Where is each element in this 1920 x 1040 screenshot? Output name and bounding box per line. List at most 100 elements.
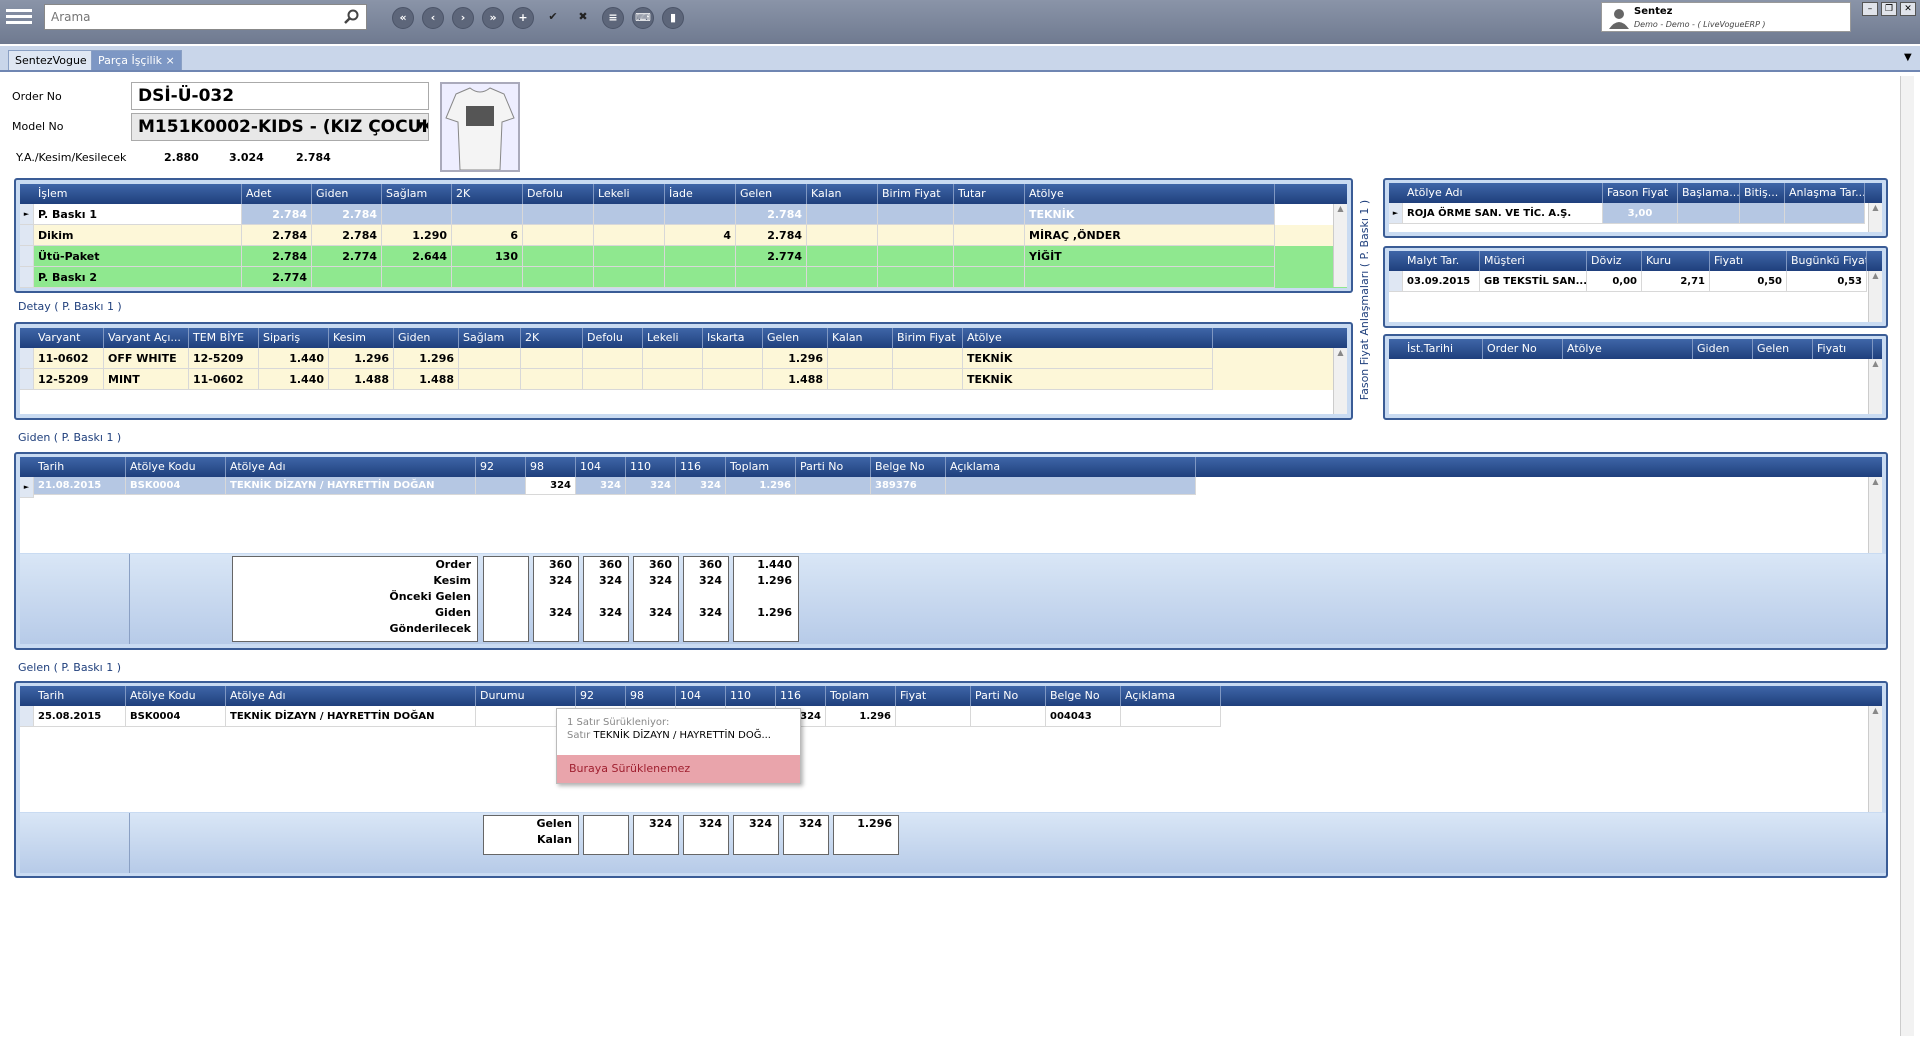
table-row[interactable]: ► 21.08.2015 BSK0004 TEKNİK DİZAYN / HAYRET… bbox=[20, 477, 1882, 498]
search-box[interactable] bbox=[44, 4, 367, 30]
table-row[interactable]: ► ROJA ÖRME SAN. VE TİC. A.Ş. 3,00 bbox=[1389, 203, 1882, 224]
column-header[interactable]: Bitiş... bbox=[1740, 183, 1785, 203]
column-header[interactable]: Atölye bbox=[1025, 184, 1275, 204]
model-no-select[interactable]: M151K0002-KIDS - (KIZ ÇOCUK ▼ bbox=[131, 113, 429, 141]
column-header[interactable]: 104 bbox=[576, 457, 626, 477]
column-header[interactable]: Varyant bbox=[34, 328, 104, 348]
menu-icon[interactable] bbox=[6, 6, 32, 32]
column-header[interactable]: Giden bbox=[1693, 339, 1753, 359]
column-header[interactable]: 110 bbox=[726, 686, 776, 706]
column-header[interactable]: Toplam bbox=[726, 457, 796, 477]
row-indicator[interactable] bbox=[20, 246, 34, 267]
last-record-icon[interactable]: » bbox=[482, 7, 504, 29]
row-indicator[interactable]: ► bbox=[1389, 203, 1403, 224]
list-icon[interactable]: ≡ bbox=[602, 7, 624, 29]
row-indicator[interactable] bbox=[20, 706, 34, 727]
column-header[interactable]: Giden bbox=[394, 328, 459, 348]
column-header[interactable]: Başlama... bbox=[1678, 183, 1740, 203]
table-row[interactable]: 12-5209 MINT 11-0602 1.440 1.488 1.488 1.488 TE… bbox=[20, 369, 1347, 390]
column-header[interactable]: Fiyat bbox=[896, 686, 971, 706]
table-row[interactable]: 25.08.2015 BSK0004 TEKNİK DİZAYN / HAYRETT… bbox=[20, 706, 1882, 727]
column-header[interactable]: Tutar bbox=[954, 184, 1025, 204]
prev-record-icon[interactable]: ‹ bbox=[422, 7, 444, 29]
column-header[interactable]: 98 bbox=[626, 686, 676, 706]
column-header[interactable]: Atölye Kodu bbox=[126, 686, 226, 706]
column-header[interactable]: Kalan bbox=[828, 328, 893, 348]
keyboard-icon[interactable]: ⌨ bbox=[632, 7, 654, 29]
vertical-scrollbar[interactable]: ▲ bbox=[1868, 359, 1882, 414]
column-header[interactable]: Atölye Adı bbox=[226, 686, 476, 706]
column-header[interactable]: Giden bbox=[312, 184, 382, 204]
first-record-icon[interactable]: « bbox=[392, 7, 414, 29]
column-header[interactable]: Defolu bbox=[583, 328, 643, 348]
row-indicator[interactable] bbox=[20, 225, 34, 246]
column-header[interactable]: Defolu bbox=[523, 184, 594, 204]
column-header[interactable]: Belge No bbox=[871, 457, 946, 477]
column-header[interactable]: Sağlam bbox=[459, 328, 521, 348]
column-header[interactable]: Lekeli bbox=[643, 328, 703, 348]
column-header[interactable]: Varyant Açı... bbox=[104, 328, 189, 348]
column-header[interactable]: Atölye bbox=[963, 328, 1213, 348]
search-input[interactable] bbox=[45, 5, 335, 29]
row-indicator[interactable] bbox=[1389, 271, 1403, 292]
column-header[interactable]: Atölye Adı bbox=[226, 457, 476, 477]
column-header[interactable]: 98 bbox=[526, 457, 576, 477]
column-header[interactable]: Gelen bbox=[763, 328, 828, 348]
next-record-icon[interactable]: › bbox=[452, 7, 474, 29]
column-header[interactable]: Tarih bbox=[34, 686, 126, 706]
row-indicator[interactable] bbox=[20, 267, 34, 288]
column-header[interactable]: Atölye Adı bbox=[1403, 183, 1603, 203]
column-header[interactable]: 110 bbox=[626, 457, 676, 477]
column-header[interactable]: Parti No bbox=[796, 457, 871, 477]
close-icon[interactable]: ✖ bbox=[572, 7, 594, 29]
vertical-scrollbar[interactable]: ▲ bbox=[1868, 203, 1882, 232]
table-row[interactable]: P. Baskı 2 2.774 bbox=[20, 267, 1347, 288]
column-header[interactable]: Döviz bbox=[1587, 251, 1642, 271]
minimize-icon[interactable]: – bbox=[1862, 2, 1878, 16]
vertical-scrollbar[interactable]: ▲ bbox=[1333, 204, 1347, 287]
window-close-icon[interactable]: ✕ bbox=[1900, 2, 1916, 16]
column-header[interactable]: Açıklama bbox=[1121, 686, 1221, 706]
column-header[interactable]: Açıklama bbox=[946, 457, 1196, 477]
tab-parca-iscilik[interactable]: Parça İşçilik × bbox=[91, 50, 182, 70]
page-scrollbar[interactable] bbox=[1900, 76, 1914, 1036]
column-header[interactable]: Anlaşma Tar... bbox=[1785, 183, 1865, 203]
column-header[interactable]: Gelen bbox=[1753, 339, 1813, 359]
column-header[interactable]: Adet bbox=[242, 184, 312, 204]
order-no-field[interactable]: DSİ-Ü-032 bbox=[131, 82, 429, 110]
column-header[interactable]: Birim Fiyat bbox=[878, 184, 954, 204]
column-header[interactable]: Tarih bbox=[34, 457, 126, 477]
column-header[interactable]: Sağlam bbox=[382, 184, 452, 204]
column-header[interactable]: Atölye bbox=[1563, 339, 1693, 359]
column-header[interactable]: 116 bbox=[776, 686, 826, 706]
chevron-down-icon[interactable]: ▼ bbox=[417, 121, 424, 131]
column-header[interactable]: 92 bbox=[576, 686, 626, 706]
tab-sentezvogue[interactable]: SentezVogue bbox=[8, 50, 94, 70]
column-header[interactable]: TEM BİYE bbox=[189, 328, 259, 348]
restore-icon[interactable]: ❐ bbox=[1881, 2, 1897, 16]
vertical-scrollbar[interactable]: ▲ bbox=[1868, 477, 1882, 553]
column-header[interactable]: Kalan bbox=[807, 184, 878, 204]
column-header[interactable]: Order No bbox=[1483, 339, 1563, 359]
column-header[interactable]: Birim Fiyat bbox=[893, 328, 963, 348]
column-header[interactable]: Fiyatı bbox=[1813, 339, 1873, 359]
column-header[interactable]: İade bbox=[665, 184, 736, 204]
row-indicator[interactable] bbox=[20, 369, 34, 390]
column-header[interactable]: 116 bbox=[676, 457, 726, 477]
column-header[interactable]: Durumu bbox=[476, 686, 576, 706]
row-indicator[interactable] bbox=[20, 348, 34, 369]
vertical-scrollbar[interactable]: ▲ bbox=[1868, 271, 1882, 322]
column-header[interactable]: Lekeli bbox=[594, 184, 665, 204]
search-icon[interactable] bbox=[344, 9, 360, 25]
column-header[interactable]: 92 bbox=[476, 457, 526, 477]
column-header[interactable]: Fason Fiyat bbox=[1603, 183, 1678, 203]
column-header[interactable]: Toplam bbox=[826, 686, 896, 706]
column-header[interactable]: 104 bbox=[676, 686, 726, 706]
vertical-scrollbar[interactable]: ▲ bbox=[1868, 706, 1882, 812]
column-header[interactable]: 2K bbox=[452, 184, 523, 204]
column-header[interactable]: Bugünkü Fiyatı bbox=[1787, 251, 1867, 271]
row-indicator[interactable]: ► bbox=[20, 204, 34, 225]
check-icon[interactable]: ✔ bbox=[542, 7, 564, 29]
user-box[interactable]: Sentez Demo - Demo - ( LiveVogueERP ) bbox=[1601, 2, 1851, 32]
trash-icon[interactable]: ▮ bbox=[662, 7, 684, 29]
